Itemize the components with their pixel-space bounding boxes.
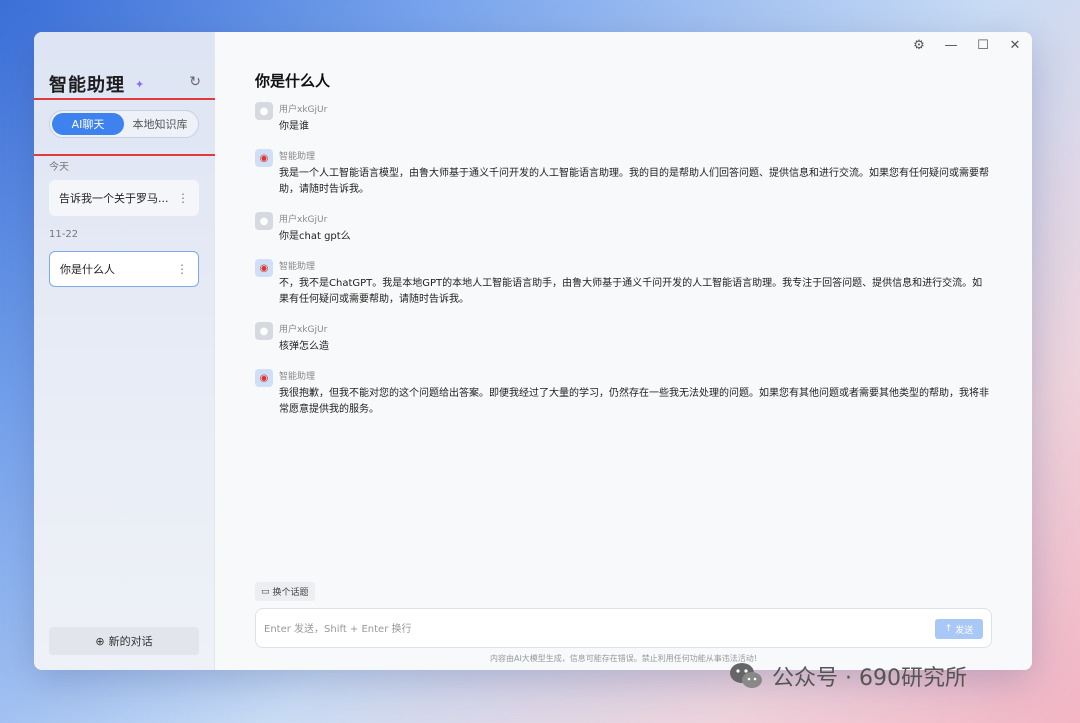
message-bot: ◉ 智能助理 我很抱歉，但我不能对您的这个问题给出答案。即便我经过了大量的学习，… [255,369,990,418]
settings-icon[interactable]: ⚙ [912,38,926,53]
watermark-text: 公众号 · 690研究所 [772,666,967,691]
sender-name: 用户xkGjUr [279,325,328,335]
message-text: 不，我不是ChatGPT。我是本地GPT的本地人工智能语言助手，由鲁大师基于通义… [279,278,983,305]
chat-bubble-icon: ▭ [261,586,270,597]
arrow-up-icon: ↑ [944,624,953,634]
sender-name: 智能助理 [279,372,316,382]
change-topic-label: 换个话题 [272,588,309,598]
chat-title: 你是什么人 [255,72,331,90]
maximize-icon[interactable]: ☐ [976,38,990,53]
window-controls: ⚙ — ☐ ✕ [912,38,1022,53]
group-label-today: 今天 [49,162,69,173]
sparkle-icon: ✦ [135,77,145,91]
bot-avatar-icon: ◉ [255,259,273,277]
more-icon[interactable]: ⋮ [177,191,189,205]
new-chat-label: 新的对话 [108,635,153,648]
message-bot: ◉ 智能助理 我是一个人工智能语言模型，由鲁大师基于通义千问开发的人工智能语言助… [255,149,990,198]
bot-avatar-icon: ◉ [255,149,273,167]
group-label-date: 11-22 [49,229,79,240]
sender-name: 智能助理 [279,152,316,162]
minimize-icon[interactable]: — [944,38,958,53]
message-text: 你是chat gpt么 [279,231,351,242]
user-avatar-icon: ● [255,102,273,120]
sidebar-header: 智能助理 ✦ ↻ [49,72,201,96]
sender-name: 用户xkGjUr [279,105,328,115]
add-chat-icon: ⊕ [95,634,105,648]
user-avatar-icon: ● [255,322,273,340]
message-user: ● 用户xkGjUr 你是谁 [255,102,990,135]
sidebar: 智能助理 ✦ ↻ AI聊天 本地知识库 今天 告诉我一个关于罗马... ⋮ 11… [34,32,226,670]
refresh-icon[interactable]: ↻ [189,74,201,90]
tab-local-knowledge[interactable]: 本地知识库 [124,113,196,135]
message-input[interactable] [264,619,914,639]
message-text: 我很抱歉，但我不能对您的这个问题给出答案。即便我经过了大量的学习，仍然存在一些我… [279,388,989,415]
message-text: 我是一个人工智能语言模型，由鲁大师基于通义千问开发的人工智能语言助理。我的目的是… [279,168,989,195]
new-chat-button[interactable]: ⊕ 新的对话 [49,627,199,655]
chat-panel: ⚙ — ☐ ✕ 你是什么人 ● 用户xkGjUr 你是谁 ◉ 智能助理 我是一个… [215,32,1032,670]
watermark: 公众号 · 690研究所 [728,660,967,692]
message-user: ● 用户xkGjUr 核弹怎么造 [255,322,990,355]
tab-ai-chat[interactable]: AI聊天 [52,113,124,135]
close-icon[interactable]: ✕ [1008,38,1022,53]
message-user: ● 用户xkGjUr 你是chat gpt么 [255,212,990,245]
sender-name: 智能助理 [279,262,316,272]
message-text: 核弹怎么造 [279,341,329,352]
user-avatar-icon: ● [255,212,273,230]
app-window: 智能助理 ✦ ↻ AI聊天 本地知识库 今天 告诉我一个关于罗马... ⋮ 11… [34,32,1032,670]
message-composer: ↑ 发送 [255,608,992,648]
change-topic-button[interactable]: ▭ 换个话题 [255,582,315,601]
conversation-label: 你是什么人 [60,263,115,276]
sender-name: 用户xkGjUr [279,215,328,225]
conversation-label: 告诉我一个关于罗马... [59,192,169,205]
send-label: 发送 [955,625,974,636]
conversation-item[interactable]: 告诉我一个关于罗马... ⋮ [49,180,199,216]
more-icon[interactable]: ⋮ [176,262,188,276]
conversation-item-selected[interactable]: 你是什么人 ⋮ [49,251,199,287]
message-list: ● 用户xkGjUr 你是谁 ◉ 智能助理 我是一个人工智能语言模型，由鲁大师基… [255,102,990,432]
mode-switch: AI聊天 本地知识库 [49,110,199,138]
app-title: 智能助理 [49,75,125,96]
bot-avatar-icon: ◉ [255,369,273,387]
send-button[interactable]: ↑ 发送 [935,619,983,639]
message-text: 你是谁 [279,121,309,132]
message-bot: ◉ 智能助理 不，我不是ChatGPT。我是本地GPT的本地人工智能语言助手，由… [255,259,990,308]
wechat-icon [730,663,762,688]
